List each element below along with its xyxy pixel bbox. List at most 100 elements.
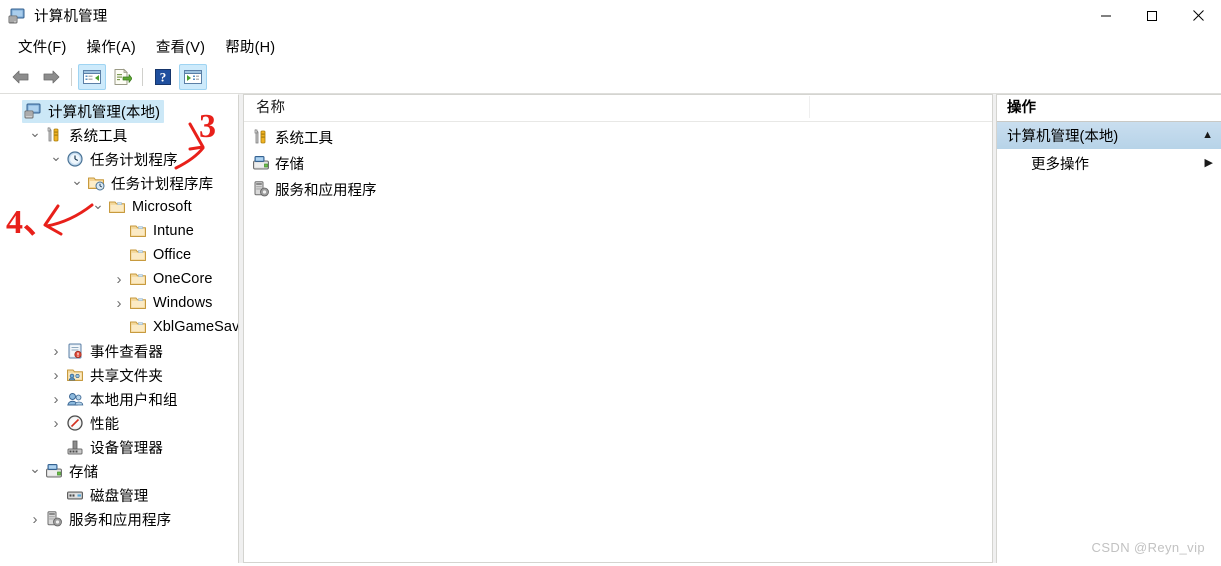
tree-twisty-expanded-icon[interactable] [27, 128, 43, 143]
back-arrow-icon[interactable] [7, 64, 35, 90]
column-divider[interactable] [809, 96, 810, 118]
minimize-button[interactable] [1083, 0, 1129, 31]
list-row-label: 服务和应用程序 [275, 182, 377, 199]
tree-item-3[interactable]: 任务计划程序库 [0, 171, 238, 195]
list-body: 系统工具存储服务和应用程序 [244, 122, 992, 202]
folder-icon [129, 318, 147, 336]
show-hide-tree-icon[interactable] [78, 64, 106, 90]
tree-twisty-expanded-icon[interactable] [90, 200, 106, 215]
disk-management-icon [66, 486, 84, 504]
tree-item-label: 任务计划程序 [90, 152, 178, 169]
menu-action[interactable]: 操作(A) [77, 33, 146, 60]
tree-item-15[interactable]: 存储 [0, 459, 238, 483]
tree-item-13[interactable]: 性能 [0, 411, 238, 435]
local-users-groups-icon [66, 390, 84, 408]
action-item-more-actions[interactable]: 更多操作 [997, 149, 1221, 177]
tree-item-content: Microsoft [106, 197, 196, 217]
tree-item-label: Office [153, 247, 192, 263]
tree-item-4[interactable]: Microsoft [0, 195, 238, 219]
tree-item-label: 任务计划程序库 [111, 176, 214, 193]
tree-item-17[interactable]: 服务和应用程序 [0, 507, 238, 531]
folder-icon [129, 270, 147, 288]
performance-icon [66, 414, 84, 432]
triangle-up-icon[interactable] [1202, 130, 1213, 141]
tree-item-6[interactable]: Office [0, 243, 238, 267]
toolbar-separator-2 [142, 68, 143, 86]
tree-twisty-collapsed-icon[interactable] [111, 272, 127, 287]
tree-item-2[interactable]: 任务计划程序 [0, 147, 238, 171]
export-list-icon[interactable] [108, 64, 136, 90]
details-list-panel[interactable]: 名称 系统工具存储服务和应用程序 [243, 94, 993, 563]
list-row-label: 存储 [275, 156, 304, 173]
storage-icon [252, 154, 270, 172]
maximize-button[interactable] [1129, 0, 1175, 31]
tree-twisty-expanded-icon[interactable] [48, 152, 64, 167]
shared-folders-icon [66, 366, 84, 384]
device-manager-icon [66, 438, 84, 456]
action-group-label: 计算机管理(本地) [1007, 129, 1119, 145]
actions-panel: 操作 计算机管理(本地) 更多操作 [996, 94, 1221, 563]
list-row[interactable]: 服务和应用程序 [244, 176, 992, 202]
tree-item-5[interactable]: Intune [0, 219, 238, 243]
tree-item-content: Intune [127, 221, 198, 241]
tree-list: 计算机管理(本地) 系统工具任务计划程序任务计划程序库 Microsoft Intun… [0, 95, 238, 531]
tree-twisty-collapsed-icon[interactable] [48, 392, 64, 407]
tree-item-11[interactable]: 共享文件夹 [0, 363, 238, 387]
menu-view[interactable]: 查看(V) [146, 33, 215, 60]
tree-item-label: 共享文件夹 [90, 368, 163, 385]
folder-icon [129, 294, 147, 312]
services-apps-icon [45, 510, 63, 528]
tree-twisty-collapsed-icon[interactable] [48, 344, 64, 359]
tree-item-content: XblGameSave [127, 317, 238, 337]
tree-item-label: 事件查看器 [90, 344, 163, 361]
help-icon[interactable]: ? [149, 64, 177, 90]
list-column-header: 名称 [244, 95, 992, 122]
tree-item-10[interactable]: 事件查看器 [0, 339, 238, 363]
tree-item-9[interactable]: XblGameSave [0, 315, 238, 339]
storage-icon [45, 462, 63, 480]
console-tree-panel[interactable]: 计算机管理(本地) 系统工具任务计划程序任务计划程序库 Microsoft Intun… [0, 94, 239, 563]
menu-bar: 文件(F) 操作(A) 查看(V) 帮助(H) [0, 31, 1221, 61]
tree-item-1[interactable]: 系统工具 [0, 123, 238, 147]
close-button[interactable] [1175, 0, 1221, 31]
menu-help[interactable]: 帮助(H) [215, 33, 285, 60]
tree-item-0[interactable]: 计算机管理(本地) [0, 99, 238, 123]
tree-item-content: 系统工具 [43, 124, 131, 147]
action-group-computer-management[interactable]: 计算机管理(本地) [997, 122, 1221, 149]
tree-item-7[interactable]: OneCore [0, 267, 238, 291]
list-row[interactable]: 系统工具 [244, 124, 992, 150]
triangle-right-icon[interactable] [1205, 158, 1213, 169]
tree-item-label: Microsoft [132, 199, 192, 215]
system-tools-icon [45, 126, 63, 144]
tree-item-label: Intune [153, 223, 194, 239]
forward-arrow-icon[interactable] [37, 64, 65, 90]
tree-twisty-collapsed-icon[interactable] [48, 416, 64, 431]
list-row[interactable]: 存储 [244, 150, 992, 176]
tree-item-label: OneCore [153, 271, 213, 287]
tree-item-content: 服务和应用程序 [43, 508, 175, 531]
tree-item-label: 存储 [69, 464, 99, 481]
clock-icon [66, 150, 84, 168]
tree-item-label: 系统工具 [69, 128, 128, 145]
tree-item-content: 磁盘管理 [64, 484, 152, 507]
system-tools-icon [252, 128, 270, 146]
column-header-name[interactable]: 名称 [244, 95, 285, 121]
watermark: CSDN @Reyn_vip [1091, 540, 1205, 555]
tree-item-12[interactable]: 本地用户和组 [0, 387, 238, 411]
tree-item-16[interactable]: 磁盘管理 [0, 483, 238, 507]
tree-item-content: 本地用户和组 [64, 388, 182, 411]
tree-item-14[interactable]: 设备管理器 [0, 435, 238, 459]
tree-item-label: 计算机管理(本地) [48, 104, 161, 121]
computer-management-icon [8, 7, 26, 25]
menu-file[interactable]: 文件(F) [8, 33, 77, 60]
tree-item-8[interactable]: Windows [0, 291, 238, 315]
tree-twisty-expanded-icon[interactable] [27, 464, 43, 479]
tree-item-content: Windows [127, 293, 217, 313]
tree-twisty-collapsed-icon[interactable] [48, 368, 64, 383]
action-item-label: 更多操作 [1031, 156, 1089, 173]
tree-twisty-collapsed-icon[interactable] [111, 296, 127, 311]
event-viewer-icon [66, 342, 84, 360]
tree-twisty-expanded-icon[interactable] [69, 176, 85, 191]
show-hide-action-pane-icon[interactable] [179, 64, 207, 90]
tree-twisty-collapsed-icon[interactable] [27, 512, 43, 527]
